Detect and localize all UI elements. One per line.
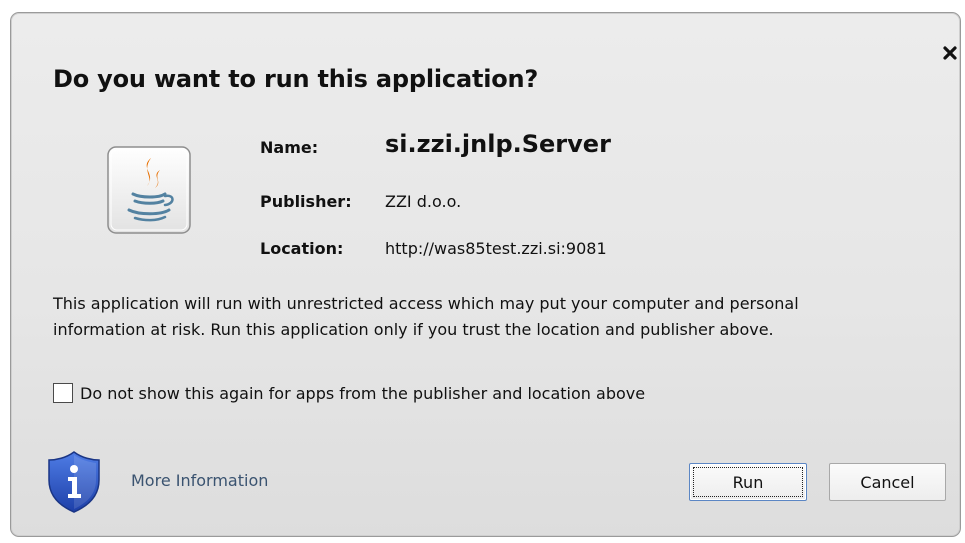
dialog-title: Do you want to run this application? bbox=[53, 65, 539, 93]
run-button[interactable]: Run bbox=[689, 463, 807, 501]
warning-line-1: This application will run with unrestric… bbox=[53, 294, 799, 313]
location-label: Location: bbox=[260, 239, 344, 258]
run-button-label: Run bbox=[732, 472, 764, 492]
close-icon bbox=[943, 46, 957, 60]
close-button[interactable] bbox=[940, 43, 962, 65]
warning-line-2: information at risk. Run this applicatio… bbox=[53, 320, 774, 339]
shield-info-icon bbox=[48, 451, 100, 513]
name-label: Name: bbox=[260, 138, 319, 157]
cancel-button[interactable]: Cancel bbox=[829, 463, 946, 501]
publisher-label: Publisher: bbox=[260, 192, 352, 211]
do-not-show-again-option[interactable]: Do not show this again for apps from the… bbox=[53, 383, 645, 403]
publisher-value: ZZI d.o.o. bbox=[385, 192, 462, 211]
do-not-show-again-checkbox[interactable] bbox=[53, 383, 73, 403]
security-dialog: Do you want to run this application? Nam… bbox=[10, 12, 961, 537]
do-not-show-again-label: Do not show this again for apps from the… bbox=[80, 383, 646, 403]
location-value: http://was85test.zzi.si:9081 bbox=[385, 239, 607, 258]
security-warning-text: This application will run with unrestric… bbox=[53, 291, 913, 343]
java-icon bbox=[107, 146, 191, 234]
app-name-value: si.zzi.jnlp.Server bbox=[385, 130, 611, 158]
more-information-link[interactable]: More Information bbox=[131, 471, 268, 490]
cancel-button-label: Cancel bbox=[860, 472, 915, 492]
